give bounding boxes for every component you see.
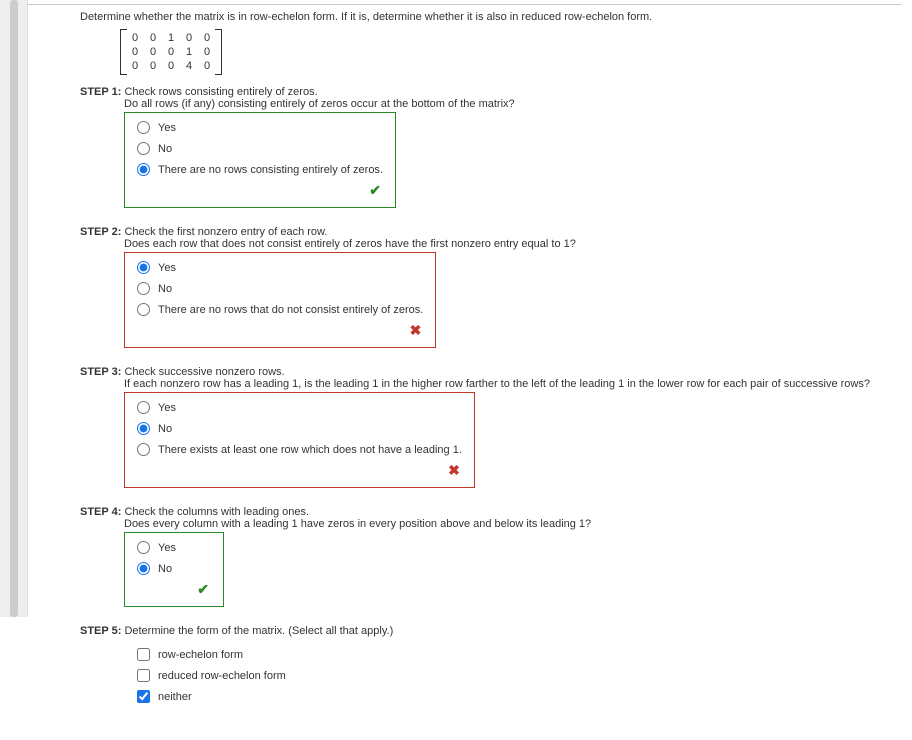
question-text: Determine whether the matrix is in row-e…: [80, 11, 902, 23]
matrix-table: 00100 00010 00040: [126, 31, 216, 73]
option-row[interactable]: There exists at least one row which does…: [129, 439, 466, 460]
radio-input[interactable]: [137, 443, 150, 456]
step-header: STEP 1: Check rows consisting entirely o…: [80, 86, 902, 98]
radio-input[interactable]: [137, 121, 150, 134]
step-label: STEP 1:: [80, 86, 124, 98]
step-block: STEP 1: Check rows consisting entirely o…: [80, 86, 902, 208]
option-label[interactable]: row-echelon form: [158, 649, 243, 661]
matrix-display: 00100 00010 00040: [120, 29, 222, 75]
option-row[interactable]: row-echelon form: [129, 644, 290, 665]
matrix-row: 00010: [126, 45, 216, 59]
checkbox-input[interactable]: [137, 690, 150, 703]
option-label[interactable]: No: [158, 423, 172, 435]
option-label[interactable]: neither: [158, 691, 192, 703]
radio-input[interactable]: [137, 163, 150, 176]
option-label[interactable]: There exists at least one row which does…: [158, 444, 462, 456]
matrix-row: 00040: [126, 59, 216, 73]
page-content: Determine whether the matrix is in row-e…: [0, 0, 912, 740]
step-title: Check the columns with leading ones.: [124, 506, 309, 518]
step-block: STEP 4: Check the columns with leading o…: [80, 506, 902, 607]
step-header: STEP 3: Check successive nonzero rows.: [80, 366, 902, 378]
option-row[interactable]: There are no rows that do not consist en…: [129, 299, 427, 320]
answer-box: Yes No There are no rows consisting entire…: [124, 112, 396, 208]
cross-icon: ✖: [129, 320, 427, 343]
radio-input[interactable]: [137, 562, 150, 575]
option-label[interactable]: Yes: [158, 542, 176, 554]
step-title: Check the first nonzero entry of each ro…: [124, 226, 327, 238]
step-block: STEP 3: Check successive nonzero rows.If…: [80, 366, 902, 488]
option-label[interactable]: Yes: [158, 262, 176, 274]
answer-box: Yes No There are no rows that do not consi…: [124, 252, 436, 348]
option-row[interactable]: reduced row-echelon form: [129, 665, 290, 686]
step-block: STEP 5: Determine the form of the matrix…: [80, 625, 902, 712]
option-row[interactable]: Yes: [129, 257, 427, 278]
option-row[interactable]: Yes: [129, 397, 466, 418]
step-title: Check rows consisting entirely of zeros.: [124, 86, 317, 98]
radio-input[interactable]: [137, 303, 150, 316]
option-label[interactable]: No: [158, 143, 172, 155]
option-row[interactable]: No: [129, 418, 466, 439]
option-label[interactable]: No: [158, 283, 172, 295]
answer-box: Yes No ✔: [124, 532, 224, 607]
radio-input[interactable]: [137, 541, 150, 554]
answer-box: row-echelon form reduced row-echelon form…: [124, 639, 299, 712]
step-label: STEP 4:: [80, 506, 124, 518]
steps-container: STEP 1: Check rows consisting entirely o…: [80, 86, 902, 712]
step-header: STEP 4: Check the columns with leading o…: [80, 506, 902, 518]
step-header: STEP 2: Check the first nonzero entry of…: [80, 226, 902, 238]
radio-input[interactable]: [137, 261, 150, 274]
step-label: STEP 3:: [80, 366, 124, 378]
checkbox-input[interactable]: [137, 669, 150, 682]
radio-input[interactable]: [137, 401, 150, 414]
option-row[interactable]: No: [129, 138, 387, 159]
scroll-thumb[interactable]: [10, 0, 18, 617]
step-label: STEP 2:: [80, 226, 124, 238]
left-scroll-rail: [0, 0, 28, 617]
radio-input[interactable]: [137, 282, 150, 295]
radio-input[interactable]: [137, 142, 150, 155]
step-subquestion: Does each row that does not consist enti…: [124, 238, 902, 250]
option-row[interactable]: Yes: [129, 537, 215, 558]
option-label[interactable]: There are no rows that do not consist en…: [158, 304, 423, 316]
matrix-row: 00100: [126, 31, 216, 45]
option-row[interactable]: No: [129, 558, 215, 579]
option-row[interactable]: There are no rows consisting entirely of…: [129, 159, 387, 180]
option-row[interactable]: Yes: [129, 117, 387, 138]
step-label: STEP 5:: [80, 625, 124, 637]
option-row[interactable]: neither: [129, 686, 290, 707]
step-subquestion: Do all rows (if any) consisting entirely…: [124, 98, 902, 110]
option-label[interactable]: There are no rows consisting entirely of…: [158, 164, 383, 176]
option-row[interactable]: No: [129, 278, 427, 299]
step-title: Determine the form of the matrix. (Selec…: [124, 625, 393, 637]
radio-input[interactable]: [137, 422, 150, 435]
answer-box: Yes No There exists at least one row which…: [124, 392, 475, 488]
option-label[interactable]: No: [158, 563, 172, 575]
checkbox-input[interactable]: [137, 648, 150, 661]
option-label[interactable]: reduced row-echelon form: [158, 670, 286, 682]
step-subquestion: Does every column with a leading 1 have …: [124, 518, 902, 530]
option-label[interactable]: Yes: [158, 122, 176, 134]
step-block: STEP 2: Check the first nonzero entry of…: [80, 226, 902, 348]
option-label[interactable]: Yes: [158, 402, 176, 414]
check-icon: ✔: [129, 579, 215, 602]
step-subquestion: If each nonzero row has a leading 1, is …: [124, 378, 902, 390]
step-title: Check successive nonzero rows.: [124, 366, 284, 378]
check-icon: ✔: [129, 180, 387, 203]
step-header: STEP 5: Determine the form of the matrix…: [80, 625, 902, 637]
top-divider: [20, 4, 902, 5]
cross-icon: ✖: [129, 460, 466, 483]
